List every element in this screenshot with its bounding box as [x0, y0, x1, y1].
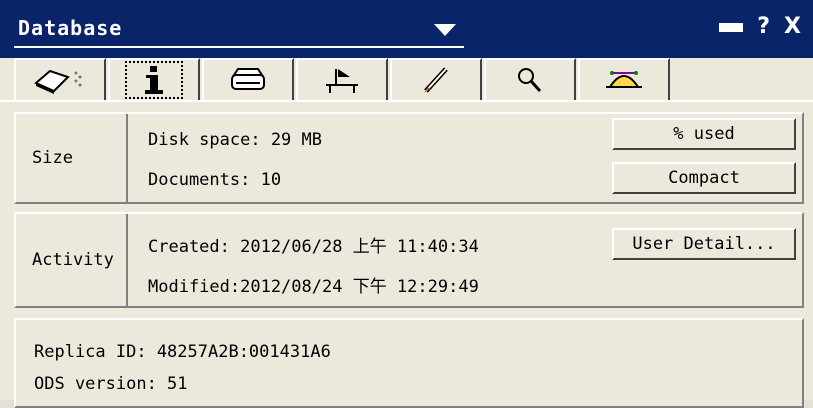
eraser-icon — [30, 65, 90, 95]
title-bar[interactable]: Database ? X — [0, 0, 813, 58]
tab-search[interactable] — [484, 58, 576, 100]
activity-label: Activity — [16, 214, 128, 306]
close-icon[interactable]: X — [784, 16, 801, 38]
created-text: Created: 2012/06/28 上午 11:40:34 — [148, 237, 479, 257]
tab-design[interactable] — [296, 58, 388, 100]
printer-icon — [228, 65, 268, 95]
dropdown-arrow-icon[interactable] — [434, 24, 456, 36]
disk-space-text: Disk space: 29 MB — [148, 130, 322, 150]
title-underline — [14, 46, 464, 48]
tab-advanced[interactable] — [578, 58, 670, 100]
help-icon[interactable]: ? — [757, 16, 770, 38]
info-icon — [125, 61, 183, 99]
title-controls: ? X — [719, 16, 801, 38]
database-properties-window: Database ? X Size Disk space: 29 MB Docu… — [0, 0, 813, 408]
label-divider — [126, 214, 128, 306]
label-divider — [126, 114, 128, 202]
compact-button[interactable]: Compact — [612, 162, 796, 194]
user-detail-button[interactable]: User Detail... — [612, 228, 796, 260]
magnifier-icon — [510, 65, 550, 95]
hat-icon — [602, 65, 646, 95]
tab-basics[interactable] — [14, 58, 106, 100]
replica-id-text: Replica ID: 48257A2B:001431A6 — [34, 342, 331, 362]
ods-version-text: ODS version: 51 — [34, 374, 188, 394]
size-panel: Size Disk space: 29 MB Documents: 10 % u… — [14, 112, 804, 204]
tab-launch[interactable] — [390, 58, 482, 100]
replica-panel: Replica ID: 48257A2B:001431A6 ODS versio… — [14, 318, 804, 408]
chair-icon — [322, 65, 362, 95]
window-title: Database — [18, 16, 123, 40]
documents-text: Documents: 10 — [148, 170, 282, 190]
activity-panel: Activity Created: 2012/06/28 上午 11:40:34… — [14, 212, 804, 308]
tabstrip-divider — [0, 100, 813, 102]
tab-print[interactable] — [202, 58, 294, 100]
percent-used-button[interactable]: % used — [612, 118, 796, 150]
pen-icon — [416, 65, 456, 95]
tab-strip — [14, 58, 674, 102]
minimize-icon[interactable] — [719, 22, 744, 32]
tab-info[interactable] — [108, 58, 200, 100]
modified-text: Modified:2012/08/24 下午 12:29:49 — [148, 277, 479, 297]
size-label: Size — [16, 114, 128, 202]
